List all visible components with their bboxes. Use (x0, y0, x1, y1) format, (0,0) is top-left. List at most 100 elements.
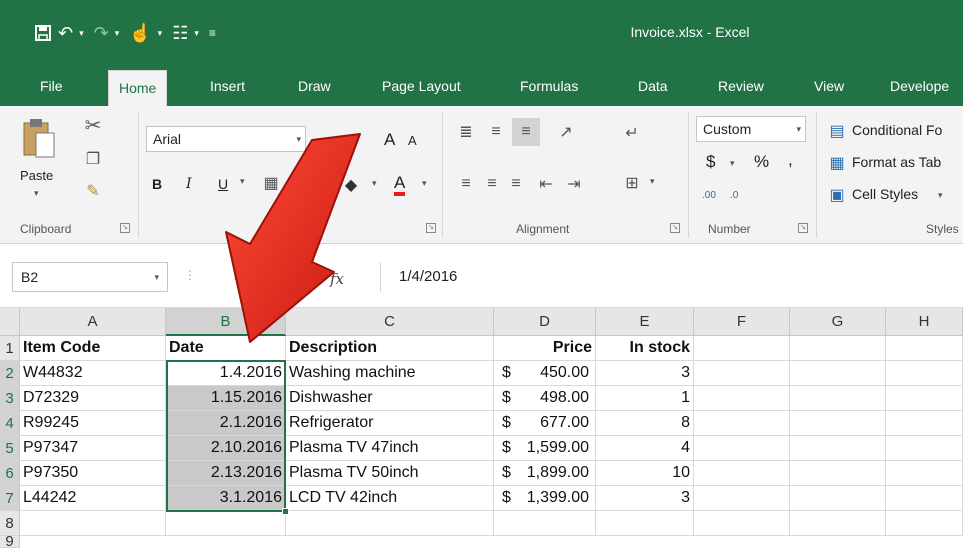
cell-in-stock[interactable]: 10 (596, 461, 694, 486)
currency-dropdown-icon[interactable]: ▾ (730, 158, 735, 169)
font-name-combo[interactable]: Arial ▾ (146, 126, 306, 152)
paste-label[interactable]: Paste (20, 168, 53, 183)
cell-price[interactable]: $ 677.00 (494, 411, 596, 436)
font-color-button[interactable]: A (394, 174, 406, 196)
column-header-a[interactable]: A (20, 308, 166, 336)
number-launcher-icon[interactable]: ↘ (798, 223, 808, 233)
tab-file[interactable]: File (40, 66, 63, 106)
empty-cell[interactable] (694, 461, 790, 486)
center-icon[interactable]: ≡ (480, 172, 504, 196)
empty-cell[interactable] (694, 436, 790, 461)
row-header-1[interactable]: 1 (0, 336, 20, 361)
cell-price[interactable]: $ 1,399.00 (494, 486, 596, 511)
tab-formulas[interactable]: Formulas (520, 66, 578, 106)
format-painter-icon[interactable]: ✎ (80, 178, 106, 204)
select-all-corner[interactable] (0, 308, 20, 336)
column-header-g[interactable]: G (790, 308, 886, 336)
header-cell-in-stock[interactable]: In stock (596, 336, 694, 361)
decrease-decimal-button[interactable]: .0 (730, 190, 738, 201)
currency-button[interactable]: $ (706, 152, 715, 172)
column-header-f[interactable]: F (694, 308, 790, 336)
empty-cell[interactable] (886, 436, 963, 461)
empty-cell[interactable] (694, 411, 790, 436)
format-as-table-button[interactable]: Format as Tab (852, 154, 941, 170)
cell-in-stock[interactable]: 3 (596, 486, 694, 511)
worksheet-grid[interactable]: A B C D E F G H 1 2 3 4 5 6 7 8 9 Item C… (0, 308, 963, 548)
shrink-font-button[interactable]: A (408, 133, 417, 148)
empty-cell[interactable] (886, 361, 963, 386)
cell-date[interactable]: 2.13.2016 (166, 461, 286, 486)
cut-icon[interactable]: ✂ (80, 112, 106, 138)
fill-handle[interactable] (282, 508, 289, 515)
cell-price[interactable]: $ 1,899.00 (494, 461, 596, 486)
empty-cell[interactable] (166, 511, 286, 536)
row-header-5[interactable]: 5 (0, 436, 20, 461)
cell-date-active[interactable]: 1.4.2016 (166, 361, 286, 386)
empty-cell[interactable] (596, 511, 694, 536)
cell-in-stock[interactable]: 3 (596, 361, 694, 386)
merge-dropdown-icon[interactable]: ▾ (650, 176, 655, 187)
underline-dropdown-icon[interactable]: ▾ (240, 176, 245, 187)
header-cell-description[interactable]: Description (286, 336, 494, 361)
underline-button[interactable]: U (218, 176, 228, 192)
row-header-8[interactable]: 8 (0, 511, 20, 536)
empty-cell[interactable] (790, 436, 886, 461)
cell-description[interactable]: LCD TV 42inch (286, 486, 494, 511)
conditional-formatting-button[interactable]: Conditional Fo (852, 122, 942, 138)
tab-view[interactable]: View (814, 66, 844, 106)
name-box[interactable]: B2 ▾ (12, 262, 168, 292)
empty-cell[interactable] (886, 386, 963, 411)
cell-item-code[interactable]: R99245 (20, 411, 166, 436)
grow-font-button[interactable]: A (384, 130, 395, 150)
cell-date[interactable]: 2.10.2016 (166, 436, 286, 461)
empty-cell[interactable] (886, 336, 963, 361)
cell-description[interactable]: Plasma TV 50inch (286, 461, 494, 486)
italic-button[interactable]: I (186, 176, 192, 192)
header-cell-date[interactable]: Date (166, 336, 286, 361)
cell-item-code[interactable]: P97350 (20, 461, 166, 486)
number-format-combo[interactable]: Custom ▾ (696, 116, 806, 142)
empty-cell[interactable] (694, 336, 790, 361)
cell-styles-button[interactable]: Cell Styles (852, 186, 918, 202)
column-header-h[interactable]: H (886, 308, 963, 336)
empty-cell[interactable] (790, 511, 886, 536)
tab-home[interactable]: Home (108, 70, 168, 106)
column-header-b[interactable]: B (166, 308, 286, 336)
empty-cell[interactable] (694, 511, 790, 536)
tab-data[interactable]: Data (638, 66, 668, 106)
cell-in-stock[interactable]: 8 (596, 411, 694, 436)
cell-styles-icon[interactable]: ▣ (826, 184, 848, 206)
fill-color-icon[interactable]: ◆ (340, 172, 362, 198)
conditional-formatting-icon[interactable]: ▤ (826, 120, 848, 142)
alignment-launcher-icon[interactable]: ↘ (670, 223, 680, 233)
percent-button[interactable]: % (754, 152, 769, 172)
middle-align-icon[interactable]: ≡ (484, 120, 508, 144)
empty-cell[interactable] (886, 486, 963, 511)
column-header-c[interactable]: C (286, 308, 494, 336)
decrease-indent-icon[interactable]: ⇤ (532, 172, 560, 196)
header-cell-item-code[interactable]: Item Code (20, 336, 166, 361)
cell-date[interactable]: 2.1.2016 (166, 411, 286, 436)
align-left-icon[interactable]: ≡ (454, 172, 478, 196)
copy-icon[interactable]: ❐ (80, 146, 106, 172)
tab-insert[interactable]: Insert (210, 66, 245, 106)
paste-dropdown-icon[interactable]: ▾ (34, 188, 39, 199)
merge-center-icon[interactable]: ⊞ (618, 170, 646, 196)
empty-cell[interactable] (886, 411, 963, 436)
column-header-e[interactable]: E (596, 308, 694, 336)
cell-description[interactable]: Dishwasher (286, 386, 494, 411)
tab-review[interactable]: Review (718, 66, 764, 106)
cell-date[interactable]: 1.15.2016 (166, 386, 286, 411)
tab-draw[interactable]: Draw (298, 66, 331, 106)
align-right-icon[interactable]: ≡ (504, 172, 528, 196)
cell-description[interactable]: Refrigerator (286, 411, 494, 436)
font-color-dropdown-icon[interactable]: ▾ (422, 178, 427, 189)
empty-cell[interactable] (790, 361, 886, 386)
bottom-align-icon[interactable]: ≡ (512, 118, 540, 146)
header-cell-price[interactable]: Price (494, 336, 596, 361)
column-header-d[interactable]: D (494, 308, 596, 336)
row-header-4[interactable]: 4 (0, 411, 20, 436)
cell-in-stock[interactable]: 1 (596, 386, 694, 411)
tab-developer[interactable]: Develope (890, 66, 949, 106)
cell-date[interactable]: 3.1.2016 (166, 486, 286, 511)
